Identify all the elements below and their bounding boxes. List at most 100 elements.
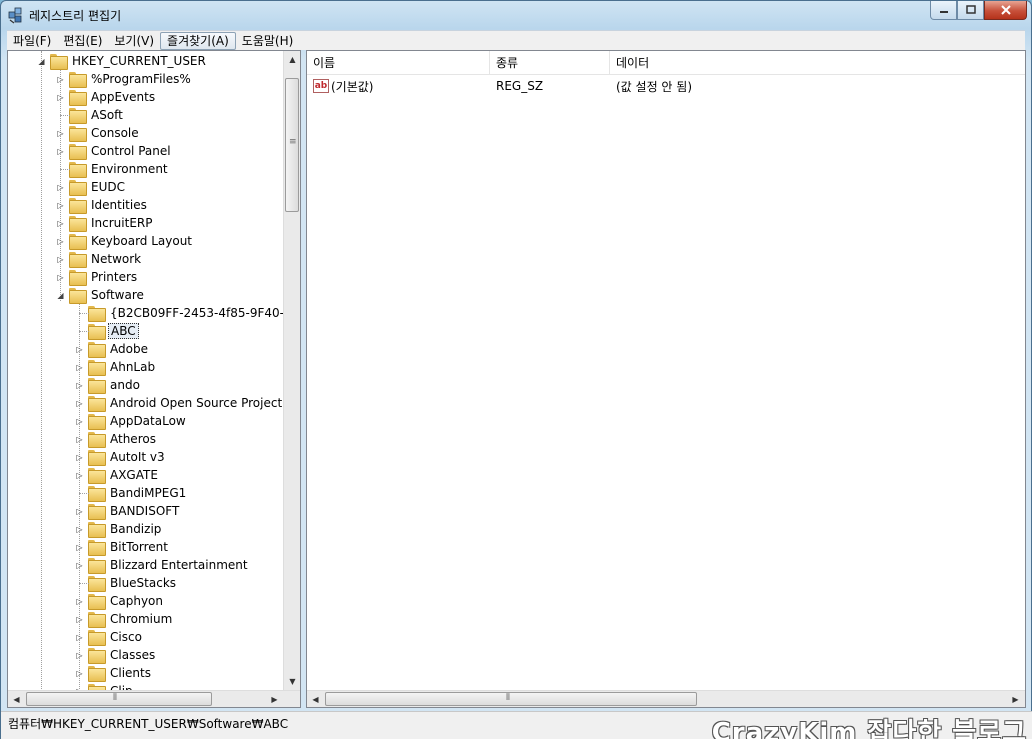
tree-item[interactable]: Classes [88, 646, 157, 664]
menu-file[interactable]: 파일(F) [7, 32, 57, 50]
tree-item-label: Environment [91, 162, 168, 176]
tree-item[interactable]: AppEvents [69, 88, 157, 106]
tree-item-label: Chromium [110, 612, 173, 626]
tree-item[interactable]: AhnLab [88, 358, 157, 376]
tree-item[interactable]: Network [69, 250, 143, 268]
tree-item[interactable]: BitTorrent [88, 538, 170, 556]
tree-item[interactable]: Printers [69, 268, 139, 286]
expand-arrow-icon[interactable]: ▷ [56, 93, 65, 102]
tree-item[interactable]: Bandizip [88, 520, 163, 538]
maximize-button[interactable] [957, 1, 984, 20]
collapse-arrow-icon[interactable]: ◢ [56, 291, 65, 300]
tree-item[interactable]: Control Panel [69, 142, 173, 160]
column-name[interactable]: 이름 [307, 51, 490, 75]
tree-item-label: AppEvents [91, 90, 156, 104]
menu-help[interactable]: 도움말(H) [236, 32, 300, 50]
tree-item[interactable]: Cisco [88, 628, 144, 646]
expand-arrow-icon[interactable]: ▷ [75, 417, 84, 426]
expand-arrow-icon[interactable]: ▷ [56, 75, 65, 84]
tree-item[interactable]: Android Open Source Project [88, 394, 284, 412]
expand-arrow-icon[interactable]: ▷ [75, 471, 84, 480]
tree-vertical-scrollbar[interactable]: ▲ ≡ ▼ [283, 51, 300, 690]
tree-item[interactable]: AppDataLow [88, 412, 188, 430]
tree-item[interactable]: ABC [88, 322, 139, 340]
tree-item[interactable]: Adobe [88, 340, 150, 358]
tree-item[interactable]: AutoIt v3 [88, 448, 167, 466]
tree-horizontal-scrollbar[interactable]: ◀ ⦀ ▶ [8, 690, 300, 707]
list-horizontal-scrollbar[interactable]: ◀ ⦀ ▶ [307, 690, 1025, 707]
tree-item[interactable]: BandiMPEG1 [88, 484, 188, 502]
expand-arrow-icon[interactable]: ▷ [75, 543, 84, 552]
expand-arrow-icon[interactable]: ▷ [75, 561, 84, 570]
scroll-up-arrow-icon[interactable]: ▲ [284, 51, 301, 68]
tree-item[interactable]: AXGATE [88, 466, 160, 484]
tree-hscroll-thumb[interactable]: ⦀ [26, 692, 212, 706]
tree-item[interactable]: Clip [88, 682, 135, 690]
scroll-left-arrow-icon[interactable]: ◀ [8, 691, 25, 708]
scroll-left-arrow-icon[interactable]: ◀ [307, 691, 324, 708]
collapse-arrow-icon[interactable]: ◢ [37, 57, 46, 66]
tree-item[interactable]: BANDISOFT [88, 502, 181, 520]
tree-item[interactable]: HKEY_CURRENT_USER [50, 52, 208, 70]
expand-arrow-icon[interactable]: ▷ [75, 345, 84, 354]
expand-arrow-icon[interactable]: ▷ [56, 219, 65, 228]
expand-arrow-icon[interactable]: ▷ [75, 399, 84, 408]
scroll-down-arrow-icon[interactable]: ▼ [284, 673, 301, 690]
expand-arrow-icon[interactable]: ▷ [75, 525, 84, 534]
list-item[interactable]: ab (기본값) REG_SZ (값 설정 안 됨) [307, 76, 1025, 96]
menu-edit[interactable]: 편집(E) [57, 32, 108, 50]
expand-arrow-icon[interactable]: ▷ [75, 453, 84, 462]
tree-item[interactable]: Software [69, 286, 146, 304]
tree-scroll-thumb[interactable]: ≡ [285, 78, 299, 212]
key-tree-pane[interactable]: HKEY_CURRENT_USER ◢ %ProgramFiles% ▷ AppEven… [7, 50, 301, 708]
tree-item[interactable]: EUDC [69, 178, 127, 196]
tree-item[interactable]: Blizzard Entertainment [88, 556, 250, 574]
tree-item[interactable]: BlueStacks [88, 574, 178, 592]
minimize-button[interactable] [930, 1, 957, 20]
tree-item[interactable]: Environment [69, 160, 170, 178]
scroll-right-arrow-icon[interactable]: ▶ [266, 691, 283, 708]
expand-arrow-icon[interactable]: ▷ [75, 435, 84, 444]
key-tree[interactable]: HKEY_CURRENT_USER ◢ %ProgramFiles% ▷ AppEven… [8, 51, 284, 690]
close-button[interactable] [984, 1, 1027, 20]
tree-item[interactable]: {B2CB09FF-2453-4f85-9F40-21 [88, 304, 284, 322]
menu-favorites[interactable]: 즐겨찾기(A) [160, 31, 236, 50]
expand-arrow-icon[interactable]: ▷ [75, 597, 84, 606]
tree-item[interactable]: Chromium [88, 610, 174, 628]
expand-arrow-icon[interactable]: ▷ [75, 633, 84, 642]
expand-arrow-icon[interactable]: ▷ [75, 381, 84, 390]
expand-arrow-icon[interactable]: ▷ [56, 147, 65, 156]
expand-arrow-icon[interactable]: ▷ [56, 201, 65, 210]
expand-arrow-icon[interactable]: ▷ [56, 255, 65, 264]
tree-item[interactable]: %ProgramFiles% [69, 70, 193, 88]
expand-arrow-icon[interactable]: ▷ [75, 363, 84, 372]
tree-item[interactable]: Identities [69, 196, 149, 214]
value-list-pane[interactable]: 이름 종류 데이터 ab (기본값) REG_SZ (값 설정 안 됨) ◀ ⦀… [306, 50, 1026, 708]
tree-item-label: {B2CB09FF-2453-4f85-9F40-21 [110, 306, 284, 320]
tree-item[interactable]: ASoft [69, 106, 125, 124]
title-bar[interactable]: 레지스트리 편집기 [1, 1, 1031, 29]
expand-arrow-icon[interactable]: ▷ [75, 669, 84, 678]
expand-arrow-icon[interactable]: ▷ [56, 129, 65, 138]
scroll-right-arrow-icon[interactable]: ▶ [1007, 691, 1024, 708]
tree-item[interactable]: IncruitERP [69, 214, 154, 232]
expand-arrow-icon[interactable]: ▷ [75, 615, 84, 624]
tree-item[interactable]: Atheros [88, 430, 158, 448]
tree-item[interactable]: Keyboard Layout [69, 232, 194, 250]
menu-view[interactable]: 보기(V) [108, 32, 160, 50]
expand-arrow-icon[interactable]: ▷ [56, 183, 65, 192]
tree-item[interactable]: Console [69, 124, 141, 142]
column-type[interactable]: 종류 [490, 51, 610, 75]
expand-arrow-icon[interactable]: ▷ [56, 273, 65, 282]
expand-arrow-icon[interactable]: ▷ [56, 237, 65, 246]
tree-item[interactable]: Caphyon [88, 592, 165, 610]
tree-item[interactable]: ando [88, 376, 142, 394]
list-hscroll-thumb[interactable]: ⦀ [325, 692, 697, 706]
expand-arrow-icon[interactable]: ▷ [75, 507, 84, 516]
tree-item[interactable]: Clients [88, 664, 153, 682]
tree-item-label: Console [91, 126, 139, 140]
tree-connector [79, 313, 89, 314]
expand-arrow-icon[interactable]: ▷ [75, 651, 84, 660]
folder-icon [88, 306, 106, 322]
column-data[interactable]: 데이터 [610, 51, 1025, 75]
